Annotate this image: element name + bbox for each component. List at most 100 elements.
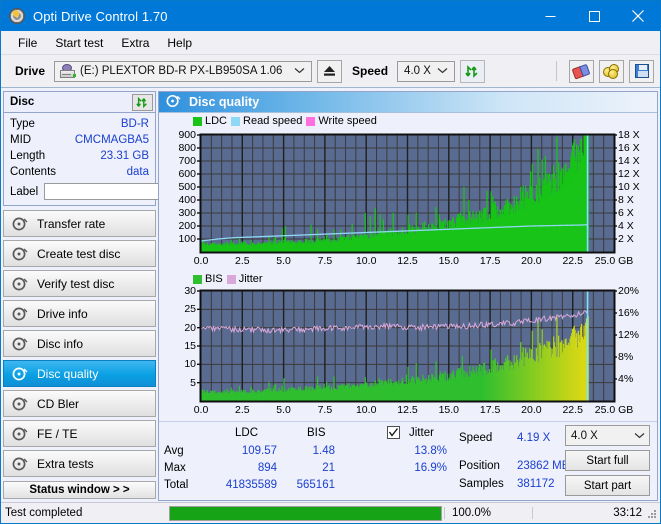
legend-swatch — [226, 274, 236, 284]
x-axis-tick: 17.5 — [479, 404, 501, 416]
resize-grip[interactable] — [647, 510, 657, 520]
maximize-button[interactable] — [572, 1, 616, 31]
y-axis-tick: 500 — [178, 181, 196, 193]
refresh-disc-button[interactable] — [132, 93, 153, 111]
bitsetting-button[interactable] — [599, 59, 624, 83]
y-axis-tick: 900 — [178, 129, 196, 141]
sidebar-item-verify-test-disc[interactable]: Verify test disc — [3, 270, 156, 297]
sidebar-item-fe-te[interactable]: FE / TE — [3, 420, 156, 447]
disc-length-value: 23.31 GB — [100, 150, 149, 162]
disc-icon — [12, 307, 28, 321]
sidebar-item-cd-bler[interactable]: CD Bler — [3, 390, 156, 417]
disc-icon — [12, 247, 28, 261]
main-panel: Disc quality LDC Read speed Write speed 10… — [158, 91, 658, 501]
disc-contents-label: Contents — [10, 166, 57, 178]
speed-select[interactable]: 4.0 X — [397, 60, 456, 82]
disc-row-type: Type BD-R — [10, 116, 149, 132]
stats-samples-label: Samples — [459, 478, 504, 490]
sidebar-item-label: Verify test disc — [37, 276, 115, 291]
minimize-button[interactable] — [528, 1, 572, 31]
disc-icon — [12, 337, 28, 351]
ldc-read-speed-chart: LDC Read speed Write speed 100 200 300 400 500… — [159, 113, 657, 273]
disc-type-label: Type — [10, 118, 35, 130]
x-axis-tick: 12.5 — [397, 404, 418, 416]
y-axis-tick: 15 — [184, 340, 196, 352]
disc-label-label: Label — [10, 185, 39, 198]
stats-avg-bis: 1.48 — [312, 445, 335, 457]
stats-total-bis: 565161 — [296, 479, 335, 491]
y-axis-tick: 600 — [178, 168, 196, 180]
eject-button[interactable] — [317, 59, 343, 83]
save-button[interactable] — [629, 59, 654, 83]
legend-swatch — [306, 116, 316, 126]
stats-max-bis: 21 — [322, 462, 335, 474]
menu-start-test[interactable]: Start test — [46, 33, 112, 53]
speed-label: Speed — [352, 64, 389, 78]
toolbar-right-group — [547, 59, 654, 83]
title-bar: Opti Drive Control 1.70 — [1, 1, 660, 31]
legend-item: Write speed — [306, 115, 377, 127]
sidebar-item-create-test-disc[interactable]: Create test disc — [3, 240, 156, 267]
refresh-drive-button[interactable] — [460, 59, 486, 83]
y2-axis-tick: 16 X — [618, 142, 640, 154]
disc-length-label: Length — [10, 150, 46, 162]
y2-axis-tick: 4% — [618, 373, 634, 385]
sidebar-item-drive-info[interactable]: Drive info — [3, 300, 156, 327]
disc-properties: Type BD-R MID CMCMAGBA5 Length 23.31 GB … — [4, 113, 247, 205]
stats-avg-ldc: 109.57 — [241, 445, 277, 457]
x-axis-tick: 12.5 — [397, 255, 418, 267]
disc-contents-value: data — [126, 166, 149, 178]
drive-select[interactable]: (E:) PLEXTOR BD-R PX-LB950SA 1.06 — [54, 60, 313, 82]
x-axis-tick: 10.0 — [355, 404, 377, 416]
menu-help[interactable]: Help — [158, 33, 201, 53]
jitter-checkbox[interactable] — [387, 426, 400, 439]
floppy-disk-icon — [634, 64, 649, 78]
start-part-button[interactable]: Start part — [565, 475, 650, 496]
x-axis-tick: 0.0 — [193, 255, 209, 267]
menu-extra[interactable]: Extra — [112, 33, 158, 53]
erase-disc-button[interactable] — [569, 59, 594, 83]
y2-axis-tick: 12 X — [618, 168, 640, 180]
status-window-button[interactable]: Status window > > — [3, 481, 156, 499]
y2-axis-tick: 6 X — [618, 207, 634, 219]
close-button[interactable] — [616, 1, 660, 31]
disc-icon — [12, 277, 28, 291]
sidebar-item-disc-info[interactable]: Disc info — [3, 330, 156, 357]
window-controls — [528, 1, 660, 31]
sidebar-item-transfer-rate[interactable]: Transfer rate — [3, 210, 156, 237]
progress-bar-fill — [170, 506, 441, 520]
progress-percent: 100.0% — [444, 507, 532, 519]
x-axis-tick: 10.0 — [355, 255, 377, 267]
y2-axis-tick: 4 X — [618, 220, 634, 232]
sidebar-item-disc-quality[interactable]: Disc quality — [3, 360, 156, 387]
app-icon — [9, 8, 25, 24]
y-axis-tick: 25 — [184, 303, 196, 316]
legend-label: LDC — [205, 115, 228, 127]
elapsed-time: 33:12 — [532, 507, 660, 519]
legend-item: LDC — [193, 115, 227, 127]
stats-row-total-label: Total — [164, 479, 189, 491]
x-axis-tick: 15.0 — [438, 404, 460, 416]
disc-row-length: Length 23.31 GB — [10, 148, 149, 164]
y-axis-tick: 20 — [184, 321, 196, 334]
sidebar-item-label: Disc info — [37, 336, 84, 351]
y2-axis-tick: 16% — [618, 307, 640, 319]
test-speed-select[interactable]: 4.0 X — [565, 425, 650, 446]
sidebar-item-label: Transfer rate — [37, 216, 106, 231]
y-axis-tick: 400 — [178, 194, 196, 206]
toolbar-divider — [556, 61, 557, 81]
x-axis-tick: 7.5 — [317, 404, 333, 416]
disc-panel-header: Disc — [4, 92, 155, 113]
disc-icon — [12, 427, 28, 441]
disc-icon — [12, 397, 28, 411]
sidebar-item-extra-tests[interactable]: Extra tests — [3, 450, 156, 477]
menu-file[interactable]: File — [9, 33, 46, 53]
disc-row-label: Label — [10, 182, 247, 201]
start-full-button[interactable]: Start full — [565, 450, 650, 471]
legend-label: Write speed — [318, 115, 377, 127]
legend-swatch — [193, 274, 202, 284]
y2-axis-tick: 18 X — [618, 129, 640, 141]
x-axis-tick: 17.5 — [479, 255, 501, 267]
chart-legend: BIS Jitter — [193, 273, 263, 285]
x-axis-tick: 7.5 — [317, 255, 333, 267]
